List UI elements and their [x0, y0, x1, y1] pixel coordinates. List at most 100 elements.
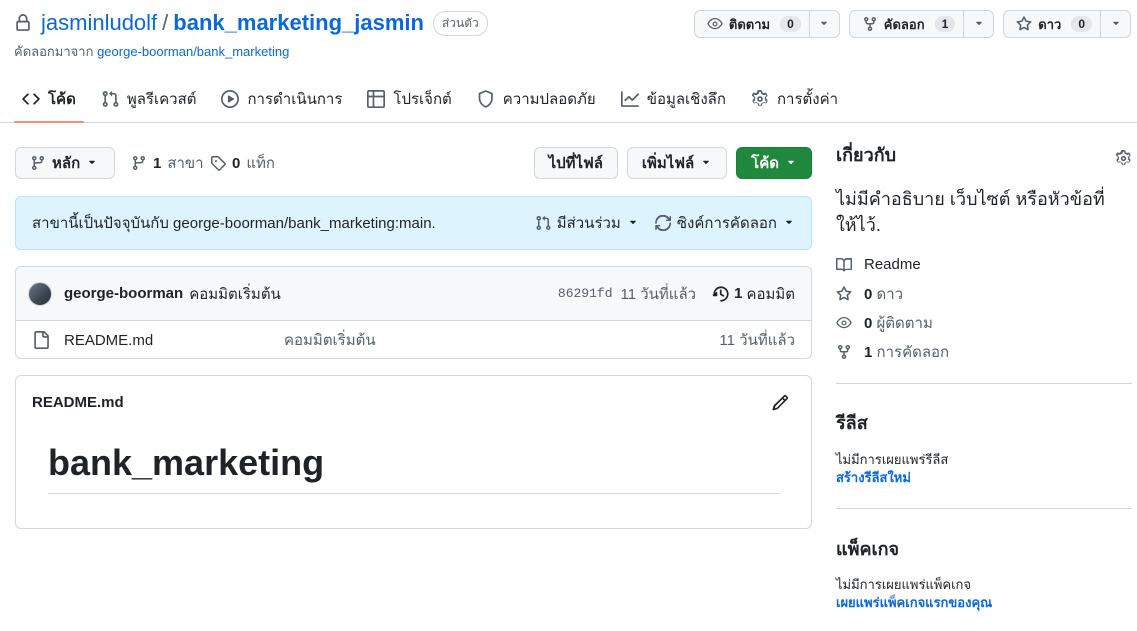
star-button[interactable]: ดาว 0: [1004, 11, 1100, 37]
caret-down-icon: [973, 18, 985, 30]
file-nav-actions: ไปที่ไฟล์ เพิ่มไฟล์ โค้ด: [533, 147, 812, 179]
file-commit-message[interactable]: คอมมิตเริ่มต้น: [284, 328, 719, 352]
watch-dropdown-button[interactable]: [808, 11, 839, 37]
tag-icon: [210, 155, 226, 171]
publish-package-link[interactable]: เผยแพร่แพ็คเกจแรกของคุณ: [836, 592, 992, 613]
create-release-link[interactable]: สร้างรีลีสใหม่: [836, 467, 911, 488]
tab-label: ความปลอดภัย: [502, 91, 596, 108]
file-icon: [32, 331, 50, 349]
tags-link[interactable]: 0 แท็ก: [210, 147, 275, 179]
code-button-label: โค้ด: [751, 155, 779, 172]
edit-about-gear-icon[interactable]: [1115, 150, 1132, 167]
star-icon: [836, 285, 852, 302]
readme-link[interactable]: Readme: [836, 250, 949, 279]
branch-icon: [131, 155, 147, 171]
tab-projects[interactable]: โปรเจ็กต์: [359, 78, 459, 120]
table-icon: [367, 90, 386, 108]
add-file-label: เพิ่มไฟล์: [641, 155, 695, 172]
about-title: เกี่ยวกับ: [836, 145, 897, 165]
go-to-file-button[interactable]: ไปที่ไฟล์: [533, 147, 618, 179]
watch-button[interactable]: ติดตาม 0: [695, 11, 809, 37]
fork-button[interactable]: คัดลอก 1: [850, 11, 963, 37]
tab-label: ข้อมูลเชิงลึก: [646, 91, 726, 108]
tab-code[interactable]: โค้ด: [14, 78, 84, 123]
about-stats: Readme 0 ดาว 0 ผู้ติดตาม 1 การคัดลอก: [836, 250, 949, 366]
book-icon: [836, 257, 852, 273]
eye-icon: [707, 16, 723, 32]
caret-down-icon: [818, 18, 830, 30]
readme-filename: README.md: [32, 394, 124, 411]
fork-dropdown-button[interactable]: [963, 11, 993, 37]
commit-time: 11 วันที่แล้ว: [620, 285, 697, 303]
star-icon: [1016, 16, 1032, 32]
commit-count-label: คอมมิต: [746, 285, 795, 303]
star-dropdown-button[interactable]: [1100, 11, 1130, 37]
tab-settings[interactable]: การตั้งค่า: [743, 78, 846, 120]
fork-sync-banner: สาขานี้เป็นปัจจุบันกับ george-boorman/ba…: [15, 196, 812, 250]
repo-header: jasminludolf / bank_marketing_jasmin ส่ว…: [0, 0, 1137, 123]
commit-author-link[interactable]: george-boorman: [64, 285, 183, 302]
file-commit-time: 11 วันที่แล้ว: [719, 332, 795, 349]
tab-label: โปรเจ็กต์: [393, 91, 452, 108]
contribute-label: มีส่วนร่วม: [556, 215, 621, 232]
latest-commit: george-boorman คอมมิตเริ่มต้น 86291fd 11…: [16, 267, 811, 321]
commit-message-link[interactable]: คอมมิตเริ่มต้น: [189, 282, 281, 306]
commit-history-link[interactable]: 1 คอมมิต: [712, 282, 795, 306]
fork-icon: [836, 344, 852, 360]
pencil-icon: [772, 394, 789, 411]
star-label: ดาว: [1038, 16, 1062, 32]
forks-count: 1: [864, 343, 873, 361]
code-button[interactable]: โค้ด: [736, 147, 812, 179]
about-description: ไม่มีคำอธิบาย เว็บไซต์ หรือหัวข้อที่ให้ไ…: [836, 189, 1105, 235]
repo-actions: ติดตาม 0 คัดลอก 1 ดาว 0: [693, 10, 1131, 38]
caret-down-icon: [1110, 18, 1122, 30]
branches-label: สาขา: [167, 155, 204, 172]
caret-down-icon: [86, 157, 98, 169]
forks-link[interactable]: 1 การคัดลอก: [836, 337, 949, 366]
contribute-button[interactable]: มีส่วนร่วม: [535, 211, 639, 235]
pull-request-icon: [101, 90, 119, 108]
star-button-group: ดาว 0: [1003, 10, 1131, 38]
stars-link[interactable]: 0 ดาว: [836, 279, 949, 308]
forks-label: การคัดลอก: [876, 343, 950, 361]
repo-owner-link[interactable]: jasminludolf: [41, 10, 157, 36]
repo-title: jasminludolf / bank_marketing_jasmin ส่ว…: [14, 8, 488, 38]
avatar[interactable]: [28, 281, 52, 306]
watchers-link[interactable]: 0 ผู้ติดตาม: [836, 308, 949, 337]
caret-down-icon: [783, 217, 795, 229]
pull-request-icon: [535, 215, 551, 231]
watchers-label: ผู้ติดตาม: [876, 314, 933, 332]
table-row[interactable]: README.md คอมมิตเริ่มต้น 11 วันที่แล้ว: [16, 321, 811, 358]
caret-down-icon: [785, 157, 797, 169]
sync-fork-button[interactable]: ซิงค์การคัดลอก: [655, 211, 795, 235]
repo-name-link[interactable]: bank_marketing_jasmin: [173, 10, 424, 36]
branches-link[interactable]: 1 สาขา: [131, 147, 204, 179]
sidebar-divider: [836, 508, 1132, 509]
commit-sha-link[interactable]: 86291fd: [558, 286, 613, 301]
tab-pull-requests[interactable]: พูลรีเควสต์: [93, 78, 205, 120]
branch-select-button[interactable]: หลัก: [15, 147, 115, 179]
path-separator: /: [162, 10, 169, 35]
tab-insights[interactable]: ข้อมูลเชิงลึก: [613, 78, 734, 120]
stars-count: 0: [864, 285, 873, 303]
sync-status-text: สาขานี้เป็นปัจจุบันกับ george-boorman/ba…: [32, 215, 436, 232]
readme-heading: bank_marketing: [48, 442, 779, 494]
sync-icon: [655, 215, 671, 231]
tab-actions[interactable]: การดำเนินการ: [213, 78, 350, 120]
forked-source-link[interactable]: george-boorman/bank_marketing: [97, 44, 289, 59]
packages-title[interactable]: แพ็คเกจ: [836, 534, 899, 563]
fork-label: คัดลอก: [883, 16, 925, 32]
tab-label: พูลรีเควสต์: [126, 91, 197, 108]
eye-icon: [836, 315, 852, 331]
graph-icon: [620, 90, 639, 108]
shield-icon: [477, 90, 495, 108]
fork-count: 1: [934, 16, 956, 32]
file-name-link[interactable]: README.md: [64, 332, 284, 349]
tab-security[interactable]: ความปลอดภัย: [469, 78, 604, 120]
edit-readme-button[interactable]: [772, 394, 789, 411]
releases-title[interactable]: รีลีส: [836, 408, 868, 437]
add-file-button[interactable]: เพิ่มไฟล์: [626, 147, 728, 179]
visibility-badge: ส่วนตัว: [432, 10, 488, 36]
caret-down-icon: [700, 157, 712, 169]
forked-from-label: คัดลอกมาจาก: [14, 44, 94, 59]
